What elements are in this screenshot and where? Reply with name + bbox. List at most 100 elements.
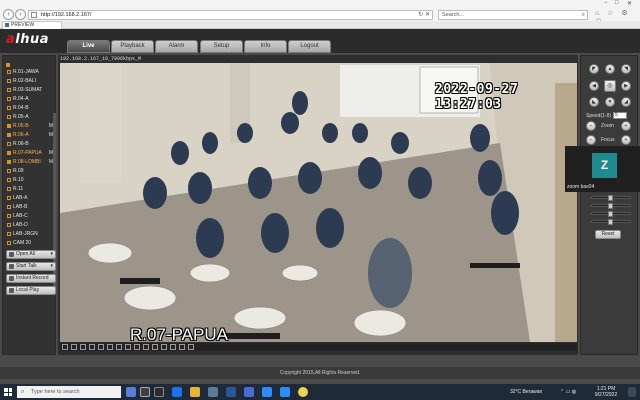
cortana-icon[interactable] (140, 387, 150, 397)
notification-icon[interactable] (628, 387, 636, 397)
instant-record-button[interactable]: Instant Record (6, 274, 56, 283)
slider-knob[interactable] (608, 219, 613, 225)
zoom-in-button[interactable]: + (621, 121, 631, 131)
channel-item[interactable]: LAB-D (7, 222, 55, 229)
hue-slider[interactable] (591, 219, 631, 225)
channel-item[interactable]: R.04-A (7, 96, 55, 103)
slider-knob[interactable] (608, 203, 613, 209)
audio-icon[interactable] (143, 344, 149, 350)
stream-switch-icon[interactable] (188, 344, 194, 350)
channel-item[interactable]: R.08-LOMBI M (7, 159, 55, 166)
channel-item[interactable]: R.02-BALI (7, 78, 55, 85)
zoom-icon[interactable] (152, 344, 158, 350)
channel-item[interactable]: R.03-SUMAT (7, 87, 55, 94)
close-video-icon[interactable] (161, 344, 167, 350)
tab-info[interactable]: Info (244, 40, 287, 53)
search-icon[interactable]: ⌕ (582, 11, 585, 19)
live-video-feed[interactable]: 2022-09-27 13:27:03 R.07-PAPUA (60, 63, 577, 342)
forward-button[interactable]: › (15, 9, 26, 20)
channel-item[interactable]: R.05-B M (7, 123, 55, 130)
channel-item[interactable]: R.06-A M (7, 132, 55, 139)
fullscreen-icon[interactable] (116, 344, 122, 350)
channel-item[interactable]: LAB-A (7, 195, 55, 202)
file-explorer-icon[interactable] (190, 387, 200, 397)
channel-item[interactable]: R.01-JAWA (7, 69, 55, 76)
task-view-icon[interactable] (154, 387, 164, 397)
browser-tab[interactable]: PREVIEW (2, 21, 62, 29)
saturation-slider[interactable] (591, 211, 631, 217)
mail-icon[interactable] (208, 387, 218, 397)
zoom-app-icon[interactable] (262, 387, 272, 397)
tab-setup[interactable]: Setup (200, 40, 243, 53)
channel-item[interactable]: R.05-A (7, 114, 55, 121)
snapshot-icon[interactable] (125, 344, 131, 350)
layout-36-icon[interactable] (107, 344, 113, 350)
zoom-app-2-icon[interactable] (280, 387, 290, 397)
layout-4-icon[interactable] (71, 344, 77, 350)
back-button[interactable]: ‹ (3, 9, 14, 20)
channel-item[interactable]: R.07-PAPUA M (7, 150, 55, 157)
chrome-icon[interactable] (298, 387, 308, 397)
address-bar[interactable]: http://192.168.2.167/ ↻ ✕ (28, 10, 433, 20)
edge-icon[interactable] (172, 387, 182, 397)
brightness-slider[interactable] (591, 195, 631, 201)
ptz-down-right-button[interactable]: ◢ (621, 97, 631, 107)
refresh-icon[interactable]: ↻ ✕ (418, 11, 430, 19)
dropdown-arrow-icon[interactable]: ▾ (50, 251, 53, 258)
ptz-up-button[interactable]: ▲ (605, 64, 615, 74)
speed-select[interactable]: 5 (613, 112, 627, 119)
channel-item[interactable]: R.11 (7, 186, 55, 193)
channel-item[interactable]: R.04-B (7, 105, 55, 112)
word-icon[interactable] (226, 387, 236, 397)
browser-search-input[interactable]: Search... ⌕ (438, 10, 588, 20)
channel-item[interactable]: R.09 (7, 168, 55, 175)
dropdown-arrow-icon[interactable]: ▾ (50, 263, 53, 270)
zoom-out-button[interactable]: − (586, 121, 596, 131)
ptz-right-button[interactable]: ▶ (621, 81, 631, 91)
layout-1-icon[interactable] (62, 344, 68, 350)
channel-item[interactable]: R.06-B (7, 141, 55, 148)
windows-start-icon[interactable] (4, 388, 12, 396)
start-talk-button[interactable]: Start Talk ▾ (6, 262, 56, 271)
ptz-down-button[interactable]: ▼ (605, 97, 615, 107)
slider-knob[interactable] (608, 211, 613, 217)
ptz-up-right-button[interactable]: ◥ (621, 64, 631, 74)
ptz-down-left-button[interactable]: ◣ (589, 97, 599, 107)
local-play-button[interactable]: Local Play (6, 286, 56, 295)
layout-9-icon[interactable] (80, 344, 86, 350)
focus-in-button[interactable]: + (621, 135, 631, 145)
focus-out-button[interactable]: − (586, 135, 596, 145)
ptz-left-button[interactable]: ◀ (589, 81, 599, 91)
maximize-icon[interactable]: □ (615, 0, 619, 6)
ptz-up-left-button[interactable]: ◤ (589, 64, 599, 74)
ie-icon[interactable] (244, 387, 254, 397)
device-root[interactable] (6, 62, 12, 68)
slider-knob[interactable] (608, 195, 613, 201)
layout-25-icon[interactable] (98, 344, 104, 350)
channel-item[interactable]: CAM 20 (7, 240, 55, 247)
tray-icons[interactable]: ⌃ ▭ ◍ (560, 389, 576, 395)
layout-16-icon[interactable] (89, 344, 95, 350)
close-window-icon[interactable]: ✕ (627, 0, 632, 7)
people-icon[interactable] (126, 387, 136, 397)
ptz-center-icon[interactable]: ◎ (604, 80, 616, 92)
tab-logout[interactable]: Logout (288, 40, 331, 53)
tab-live[interactable]: Live (67, 40, 110, 53)
zoom-participant-tile[interactable]: Z zoom bas04 (565, 146, 640, 192)
fit-icon[interactable] (179, 344, 185, 350)
close-all-icon[interactable] (170, 344, 176, 350)
open-all-button[interactable]: Open All ▾ (6, 250, 56, 259)
reset-button[interactable]: Reset (595, 230, 621, 239)
channel-item[interactable]: LAB-JRGN (7, 231, 55, 238)
taskbar-search-input[interactable]: ⌕ Type here to search (17, 386, 121, 398)
tab-alarm[interactable]: Alarm (155, 40, 198, 53)
contrast-slider[interactable] (591, 203, 631, 209)
channel-item[interactable]: LAB-C (7, 213, 55, 220)
minimize-icon[interactable]: − (604, 0, 608, 6)
channel-item[interactable]: R.10 (7, 177, 55, 184)
record-toolbar-icon[interactable] (134, 344, 140, 350)
taskbar-clock[interactable]: 1:21 PM 9/27/2022 (590, 386, 622, 398)
channel-item[interactable]: LAB-B (7, 204, 55, 211)
weather-widget[interactable]: 32°C Berawan (510, 389, 542, 395)
tab-playback[interactable]: Playback (111, 40, 154, 53)
